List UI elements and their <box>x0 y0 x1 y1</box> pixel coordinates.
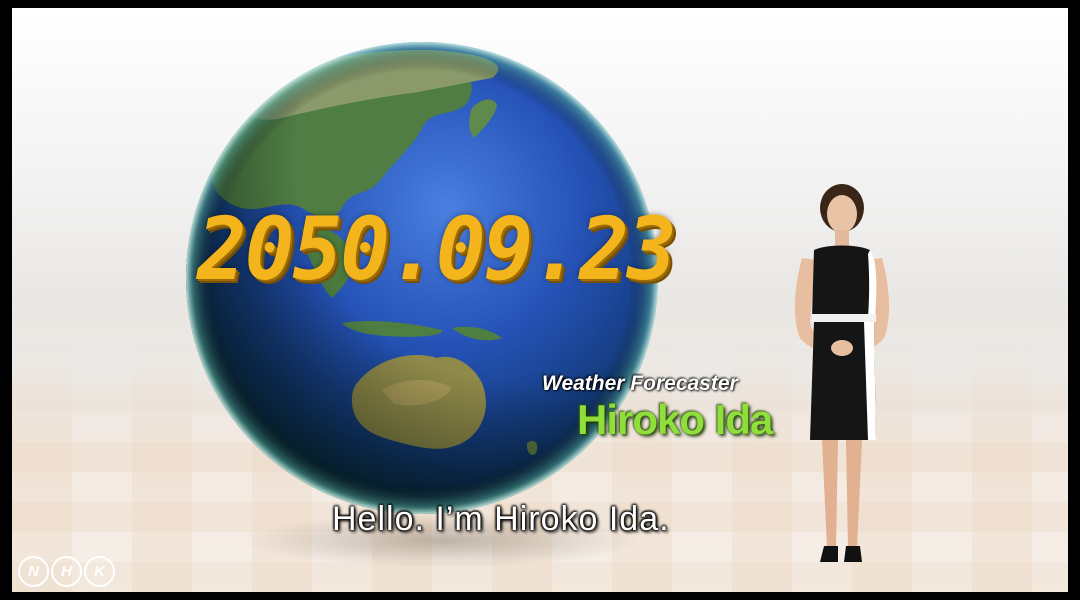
studio-background: 2050.09.23 Weather Forecaster Hiroko Ida <box>12 8 1068 592</box>
presenter-figure <box>794 184 890 562</box>
logo-letter: N <box>18 556 49 587</box>
caption-name: Hiroko Ida <box>577 396 773 443</box>
subtitle-caption: Hello. I’m Hiroko Ida. <box>332 500 670 538</box>
video-frame: 2050.09.23 Weather Forecaster Hiroko Ida <box>0 0 1080 600</box>
logo-letter: K <box>84 556 115 587</box>
logo-letter: H <box>51 556 82 587</box>
caption-role: Weather Forecaster <box>542 372 738 395</box>
broadcaster-logo: N H K <box>18 556 115 587</box>
date-display: 2050.09.23 <box>196 200 677 300</box>
